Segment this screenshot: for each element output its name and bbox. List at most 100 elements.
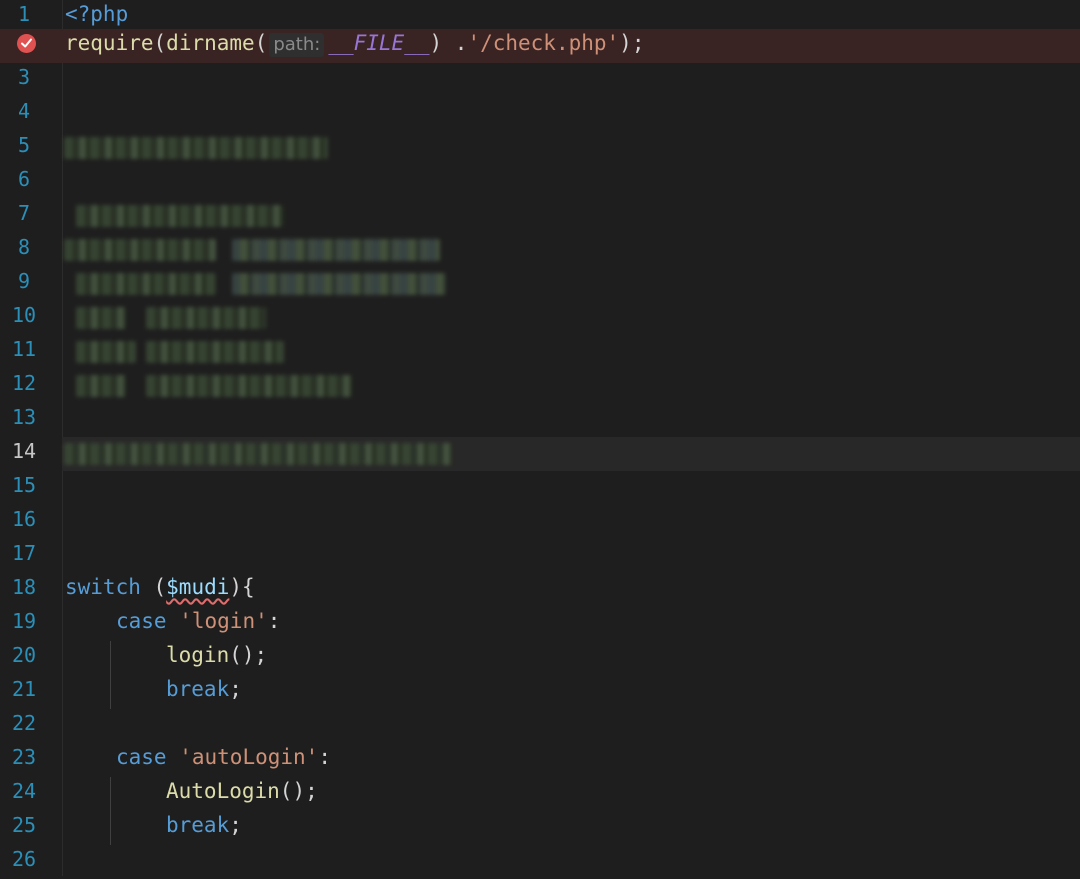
- redacted-code: [64, 239, 216, 261]
- line-number[interactable]: 10: [0, 301, 48, 335]
- redacted-code: [76, 307, 126, 329]
- line-number[interactable]: 11: [0, 335, 48, 369]
- line-number[interactable]: 17: [0, 539, 48, 573]
- code-line-24[interactable]: 24 AutoLogin();: [0, 777, 1080, 811]
- colon: :: [318, 745, 331, 769]
- redacted-code: [146, 341, 284, 363]
- line-number[interactable]: 8: [0, 233, 48, 267]
- code-text: switch ($mudi){: [65, 573, 255, 607]
- line-number[interactable]: 25: [0, 811, 48, 845]
- case-keyword: case: [116, 609, 167, 633]
- code-line-19[interactable]: 19 case 'login':: [0, 607, 1080, 641]
- breakpoint-check-icon[interactable]: [17, 34, 36, 53]
- autologin-call: AutoLogin: [166, 779, 280, 803]
- code-line-2[interactable]: require(dirname(path: __FILE__) .'/check.…: [0, 29, 1080, 63]
- redacted-code: [76, 341, 136, 363]
- paren: (: [254, 31, 268, 55]
- concat-operator: .: [442, 31, 468, 55]
- code-text: case 'login':: [116, 607, 280, 641]
- code-line-21[interactable]: 21 break;: [0, 675, 1080, 709]
- code-text: AutoLogin();: [166, 777, 318, 811]
- line-number[interactable]: 7: [0, 199, 48, 233]
- code-line-3[interactable]: 3: [0, 63, 1080, 97]
- code-line-4[interactable]: 4: [0, 97, 1080, 131]
- redacted-code: [76, 375, 126, 397]
- statement-end: ;: [229, 677, 242, 701]
- code-text: login();: [166, 641, 267, 675]
- code-text: require(dirname(path: __FILE__) .'/check.…: [65, 29, 644, 63]
- brace-open: ){: [229, 575, 255, 599]
- code-line-17[interactable]: 17: [0, 539, 1080, 573]
- code-line-14[interactable]: 14: [0, 437, 1080, 471]
- code-line-12[interactable]: 12: [0, 369, 1080, 403]
- break-keyword: break: [166, 813, 230, 837]
- case-keyword: case: [116, 745, 167, 769]
- paren: (: [140, 575, 167, 599]
- code-line-10[interactable]: 10: [0, 301, 1080, 335]
- string-literal: '/check.php': [467, 31, 620, 55]
- switch-keyword: switch: [65, 575, 141, 599]
- code-line-9[interactable]: 9: [0, 267, 1080, 301]
- php-open-tag: <?php: [65, 2, 129, 26]
- line-number[interactable]: 15: [0, 471, 48, 505]
- statement-end: ();: [229, 643, 268, 667]
- redacted-code: [232, 273, 446, 295]
- statement-end: );: [619, 31, 645, 55]
- code-line-16[interactable]: 16: [0, 505, 1080, 539]
- indent-guide: [110, 777, 111, 845]
- paren: (: [153, 31, 167, 55]
- line-number[interactable]: 16: [0, 505, 48, 539]
- code-line-11[interactable]: 11: [0, 335, 1080, 369]
- line-number[interactable]: 19: [0, 607, 48, 641]
- code-line-8[interactable]: 8: [0, 233, 1080, 267]
- redacted-code: [232, 239, 440, 261]
- line-number[interactable]: 3: [0, 63, 48, 97]
- line-number[interactable]: 20: [0, 641, 48, 675]
- redacted-code: [146, 307, 266, 329]
- code-line-18[interactable]: 18 switch ($mudi){: [0, 573, 1080, 607]
- code-line-25[interactable]: 25 break;: [0, 811, 1080, 845]
- string-literal: 'login': [179, 609, 268, 633]
- code-line-23[interactable]: 23 case 'autoLogin':: [0, 743, 1080, 777]
- code-line-7[interactable]: 7: [0, 199, 1080, 233]
- code-line-26[interactable]: 26: [0, 845, 1080, 879]
- colon: :: [267, 609, 281, 633]
- login-call: login: [166, 643, 230, 667]
- statement-end: ();: [279, 779, 318, 803]
- redacted-code: [146, 375, 352, 397]
- statement-end: ;: [229, 813, 242, 837]
- string-literal: 'autoLogin': [179, 745, 319, 769]
- code-line-5[interactable]: 5: [0, 131, 1080, 165]
- require-keyword: require: [65, 31, 154, 55]
- line-number[interactable]: 24: [0, 777, 48, 811]
- code-line-22[interactable]: 22: [0, 709, 1080, 743]
- code-line-15[interactable]: 15: [0, 471, 1080, 505]
- code-text: break;: [166, 675, 242, 709]
- line-number[interactable]: 12: [0, 369, 48, 403]
- line-number[interactable]: 18: [0, 573, 48, 607]
- line-number[interactable]: 21: [0, 675, 48, 709]
- dirname-function: dirname: [166, 31, 255, 55]
- code-editor[interactable]: 1 <?php require(dirname(path: __FILE__) .…: [0, 0, 1080, 876]
- redacted-code: [64, 443, 452, 465]
- file-constant: __FILE__: [328, 31, 430, 55]
- indent-guide: [110, 641, 111, 709]
- break-keyword: break: [166, 677, 230, 701]
- line-number[interactable]: 5: [0, 131, 48, 165]
- line-number[interactable]: 9: [0, 267, 48, 301]
- line-number[interactable]: 14: [0, 437, 48, 471]
- variable-mudi[interactable]: $mudi: [166, 575, 229, 599]
- code-text: case 'autoLogin':: [116, 743, 331, 777]
- line-number[interactable]: 4: [0, 97, 48, 131]
- code-line-13[interactable]: 13: [0, 403, 1080, 437]
- paren: ): [429, 31, 443, 55]
- line-number[interactable]: 13: [0, 403, 48, 437]
- code-line-20[interactable]: 20 login();: [0, 641, 1080, 675]
- code-text: break;: [166, 811, 242, 845]
- line-number[interactable]: 22: [0, 709, 48, 743]
- line-number[interactable]: 26: [0, 845, 48, 879]
- line-number[interactable]: 6: [0, 165, 48, 199]
- code-line-6[interactable]: 6: [0, 165, 1080, 199]
- redacted-code: [64, 137, 328, 159]
- line-number[interactable]: 23: [0, 743, 48, 777]
